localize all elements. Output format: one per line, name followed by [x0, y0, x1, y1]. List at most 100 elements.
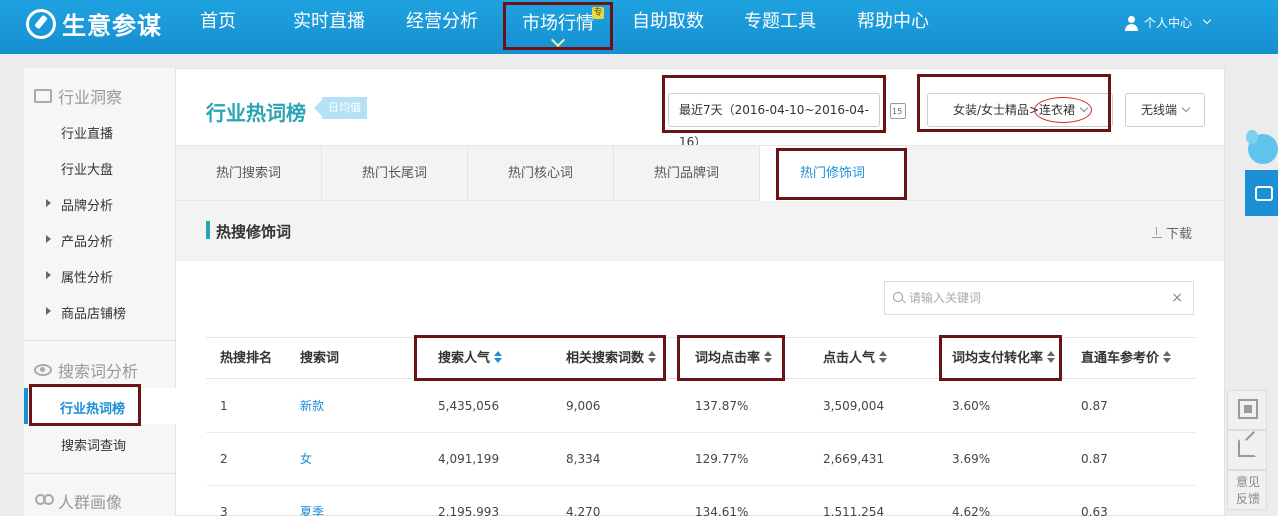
brand-logo[interactable]: 生意参谋 — [26, 6, 162, 41]
mascot-icon[interactable] — [1246, 130, 1278, 170]
cell-ztc-price: 0.63 — [1081, 505, 1108, 516]
cell-conversion-rate: 3.69% — [952, 452, 991, 466]
cell-related-count: 9,006 — [566, 399, 601, 413]
monitor-icon — [34, 89, 52, 103]
cell-click-rate: 134.61% — [695, 505, 749, 516]
people-icon — [34, 494, 54, 508]
highlight-box — [29, 384, 141, 426]
highlight-box — [677, 335, 785, 381]
cell-keyword[interactable]: 夏季 — [300, 486, 324, 516]
sidebar-section-search[interactable]: 搜索词分析 — [34, 358, 138, 382]
close-icon[interactable]: × — [1171, 282, 1183, 314]
cell-related-count: 8,334 — [566, 452, 601, 466]
user-icon — [1124, 15, 1138, 31]
sidebar-item-store-rank[interactable]: 商品店铺榜 — [61, 303, 126, 322]
nav-home[interactable]: 首页 — [200, 0, 236, 54]
cell-search-popularity: 2,195,993 — [438, 505, 500, 516]
eye-icon — [34, 364, 52, 376]
nav-market-label: 市场行情 — [522, 13, 594, 34]
tab-hot-search[interactable]: 热门搜索词 — [176, 146, 322, 202]
cell-click-popularity: 3,509,004 — [823, 399, 885, 413]
calendar-icon[interactable] — [890, 103, 906, 119]
top-nav: 生意参谋 首页 实时直播 经营分析 市场行情 专 自助取数 专题工具 帮助中心 … — [0, 0, 1278, 54]
col-ztc-price[interactable]: 直通车参考价 — [1081, 338, 1172, 380]
nav-tools[interactable]: 专题工具 — [744, 0, 816, 54]
cell-rank: 1 — [220, 399, 228, 413]
tab-bar: 热门搜索词 热门长尾词 热门核心词 热门品牌词 热门修饰词 — [176, 145, 1224, 203]
col-label: 点击人气 — [823, 351, 876, 366]
section-accent-bar — [206, 221, 210, 239]
sort-icon — [879, 351, 888, 363]
feedback-button[interactable]: 意见 反馈 — [1227, 470, 1267, 510]
col-click-popularity[interactable]: 点击人气 — [823, 338, 888, 380]
sidebar-section-label: 行业洞察 — [58, 88, 123, 107]
col-keyword: 搜索词 — [300, 351, 340, 366]
caret-right-icon — [46, 307, 51, 315]
cell-related-count: 4,270 — [566, 505, 601, 516]
sidebar-section-label: 搜索词分析 — [58, 362, 139, 381]
sidebar-section-label: 人群画像 — [58, 493, 123, 512]
download-icon — [1152, 226, 1162, 239]
cell-keyword[interactable]: 女 — [300, 433, 312, 486]
cell-click-popularity: 1,511,254 — [823, 505, 885, 516]
cell-ztc-price: 0.87 — [1081, 399, 1108, 413]
section-header: 热搜修饰词 下载 — [176, 201, 1224, 261]
tab-core[interactable]: 热门核心词 — [468, 146, 614, 202]
nav-market[interactable]: 市场行情 专 — [503, 2, 613, 50]
active-indicator — [24, 388, 28, 424]
sidebar-item-industry-overview[interactable]: 行业大盘 — [61, 159, 113, 178]
cell-rank: 3 — [220, 505, 228, 516]
cell-conversion-rate: 4.62% — [952, 505, 991, 516]
qr-code-icon — [1238, 399, 1258, 419]
cell-rank: 2 — [220, 452, 228, 466]
section-title: 热搜修饰词 — [216, 223, 292, 241]
sidebar-section-industry[interactable]: 行业洞察 — [34, 84, 122, 108]
qr-code-button[interactable] — [1227, 390, 1267, 430]
share-icon — [1238, 439, 1256, 457]
cell-keyword[interactable]: 新款 — [300, 380, 324, 433]
cell-conversion-rate: 3.60% — [952, 399, 991, 413]
cell-search-popularity: 5,435,056 — [438, 399, 500, 413]
col-label: 直通车参考价 — [1081, 351, 1160, 366]
divider — [24, 473, 176, 474]
download-button[interactable]: 下载 — [1152, 223, 1192, 242]
sidebar-item-brand[interactable]: 品牌分析 — [61, 195, 113, 214]
device-select[interactable]: 无线端 — [1125, 93, 1205, 127]
table-row: 3 夏季 2,195,993 4,270 134.61% 1,511,254 4… — [206, 486, 1196, 516]
table-row: 2 女 4,091,199 8,334 129.77% 2,669,431 3.… — [206, 433, 1196, 486]
nav-live[interactable]: 实时直播 — [293, 0, 365, 54]
col-rank: 热搜排名 — [220, 351, 273, 366]
nav-self-service[interactable]: 自助取数 — [632, 0, 704, 54]
search-placeholder: 请输入关键词 — [909, 291, 982, 305]
user-menu[interactable]: 个人中心 — [1124, 14, 1212, 31]
sidebar-section-audience[interactable]: 人群画像 — [34, 489, 122, 513]
main-panel: 行业热词榜 日均值 最近7天（2016-04-10~2016-04-16） 女装… — [176, 68, 1225, 516]
table-row: 1 新款 5,435,056 9,006 137.87% 3,509,004 3… — [206, 380, 1196, 433]
cell-click-rate: 137.87% — [695, 399, 749, 413]
sidebar-item-product[interactable]: 产品分析 — [61, 231, 113, 250]
cell-click-popularity: 2,669,431 — [823, 452, 885, 466]
tab-long-tail[interactable]: 热门长尾词 — [322, 146, 468, 202]
keyword-search-input[interactable]: 请输入关键词 × — [884, 281, 1194, 315]
divider — [24, 340, 176, 341]
nav-business-analysis[interactable]: 经营分析 — [406, 0, 478, 54]
feedback-label: 意见 反馈 — [1235, 475, 1260, 506]
sidebar-item-attribute[interactable]: 属性分析 — [61, 267, 113, 286]
cell-search-popularity: 4,091,199 — [438, 452, 500, 466]
share-button[interactable] — [1227, 430, 1267, 470]
page-title: 行业热词榜 — [206, 101, 306, 125]
chevron-down-icon — [1181, 103, 1191, 113]
sidebar-item-industry-live[interactable]: 行业直播 — [61, 123, 113, 142]
logo-icon — [26, 8, 56, 39]
user-label: 个人中心 — [1144, 16, 1193, 30]
highlight-box — [939, 335, 1062, 381]
sidebar-item-search-query[interactable]: 搜索词查询 — [61, 435, 126, 454]
download-label: 下载 — [1166, 227, 1193, 242]
chat-button[interactable] — [1245, 170, 1278, 216]
nav-help[interactable]: 帮助中心 — [857, 0, 929, 54]
tab-brand[interactable]: 热门品牌词 — [614, 146, 760, 202]
mascot-ear — [1246, 130, 1258, 144]
highlight-box — [917, 74, 1111, 132]
cell-click-rate: 129.77% — [695, 452, 749, 466]
search-icon — [893, 292, 903, 302]
